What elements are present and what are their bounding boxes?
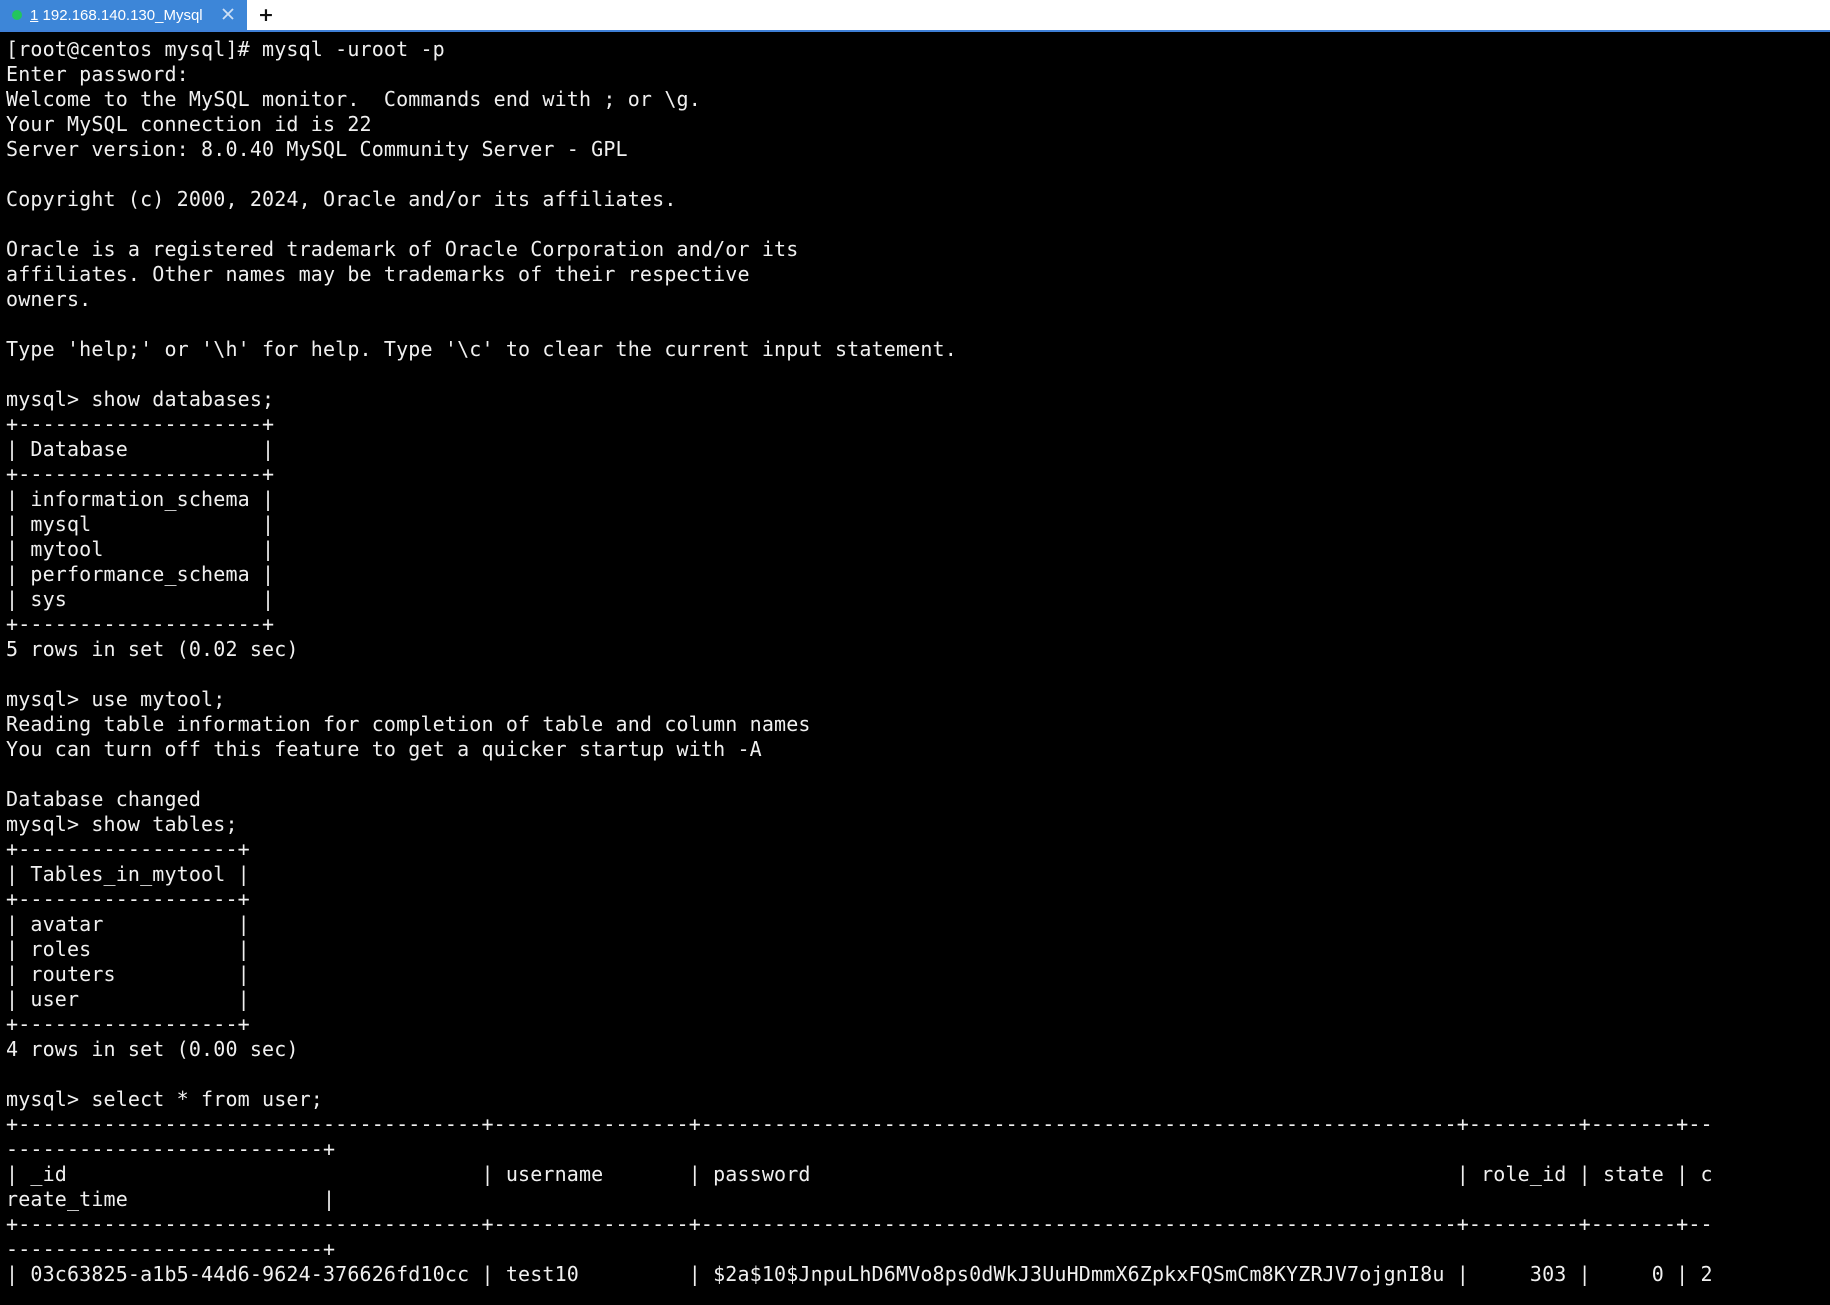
terminal-line: +--------------------+ [6, 412, 275, 436]
tab-bar: 1 192.168.140.130_Mysql + [0, 0, 1830, 32]
terminal-line: +------------------+ [6, 887, 250, 911]
terminal-line: | roles | [6, 937, 250, 961]
terminal-line: mysql> show databases; [6, 387, 275, 411]
connected-dot-icon [12, 10, 22, 20]
terminal-line: affiliates. Other names may be trademark… [6, 262, 750, 286]
terminal-line: You can turn off this feature to get a q… [6, 737, 762, 761]
terminal-line: Type 'help;' or '\h' for help. Type '\c'… [6, 337, 957, 361]
terminal-line: owners. [6, 287, 92, 311]
terminal-line: Reading table information for completion… [6, 712, 811, 736]
terminal-line: Oracle is a registered trademark of Orac… [6, 237, 799, 261]
terminal-line: --------------------------+ [6, 1237, 336, 1261]
terminal-line: +------------------+ [6, 837, 250, 861]
new-tab-button[interactable]: + [256, 3, 276, 27]
terminal-line: Server version: 8.0.40 MySQL Community S… [6, 137, 628, 161]
terminal-line: | _id | username | password | role_id | … [6, 1162, 1713, 1186]
terminal-line: Your MySQL connection id is 22 [6, 112, 372, 136]
terminal-line: +------------------+ [6, 1012, 250, 1036]
terminal-line: | performance_schema | [6, 562, 275, 586]
terminal-line: Welcome to the MySQL monitor. Commands e… [6, 87, 701, 111]
terminal-line: 5 rows in set (0.02 sec) [6, 637, 299, 661]
terminal-line: +--------------------------------------+… [6, 1212, 1713, 1236]
session-tab[interactable]: 1 192.168.140.130_Mysql [0, 0, 247, 30]
terminal-line: --------------------------+ [6, 1137, 336, 1161]
terminal-line: mysql> select * from user; [6, 1087, 323, 1111]
terminal-line: | information_schema | [6, 487, 275, 511]
terminal-line: reate_time | [6, 1187, 336, 1211]
terminal-output[interactable]: [root@centos mysql]# mysql -uroot -p Ent… [0, 32, 1830, 1305]
terminal-line: Copyright (c) 2000, 2024, Oracle and/or … [6, 187, 677, 211]
session-tab-title: 192.168.140.130_Mysql [38, 6, 203, 24]
terminal-line: | routers | [6, 962, 250, 986]
terminal-line: | 03c63825-a1b5-44d6-9624-376626fd10cc |… [6, 1262, 1713, 1286]
terminal-line: mysql> show tables; [6, 812, 238, 836]
terminal-line: | mytool | [6, 537, 275, 561]
close-icon[interactable] [219, 5, 237, 23]
terminal-line: +--------------------+ [6, 612, 275, 636]
terminal-line: [root@centos mysql]# mysql -uroot -p [6, 37, 445, 61]
terminal-line: +--------------------------------------+… [6, 1112, 1713, 1136]
terminal-line: | sys | [6, 587, 275, 611]
session-tab-label[interactable]: 1 192.168.140.130_Mysql [30, 7, 203, 24]
terminal-text: [root@centos mysql]# mysql -uroot -p Ent… [0, 32, 1830, 1287]
terminal-line: Database changed [6, 787, 202, 811]
terminal-line: | mysql | [6, 512, 275, 536]
terminal-line: | Tables_in_mytool | [6, 862, 250, 886]
terminal-line: 4 rows in set (0.00 sec) [6, 1037, 299, 1061]
terminal-line: | avatar | [6, 912, 250, 936]
terminal-line: mysql> use mytool; [6, 687, 226, 711]
terminal-line: Enter password: [6, 62, 189, 86]
terminal-line: | Database | [6, 437, 275, 461]
terminal-line: +--------------------+ [6, 462, 275, 486]
terminal-line: | user | [6, 987, 250, 1011]
